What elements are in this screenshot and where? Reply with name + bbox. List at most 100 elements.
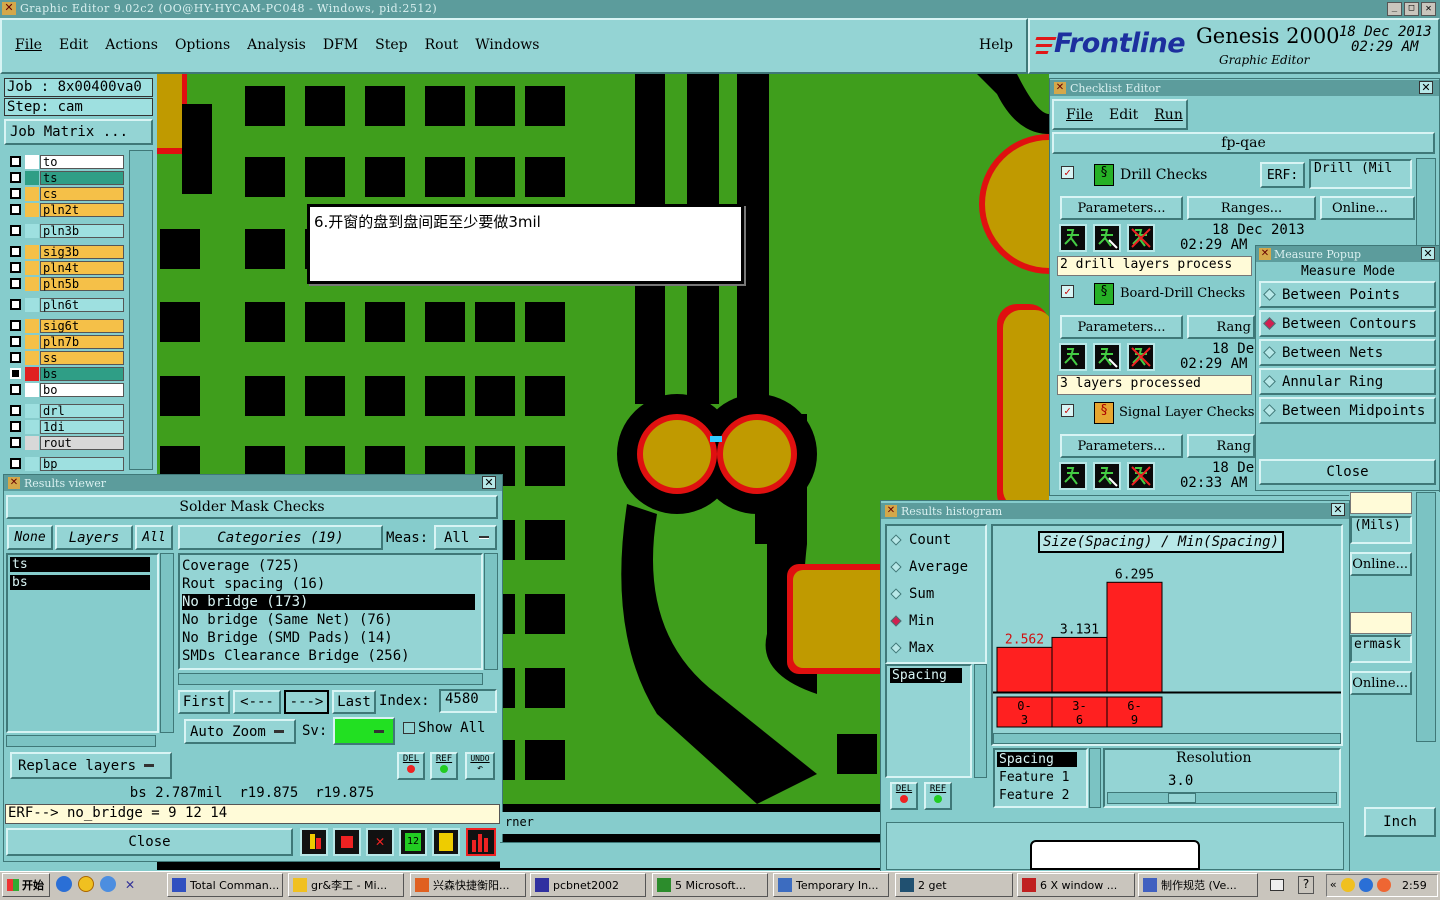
prev-button[interactable]: <--- (233, 690, 281, 714)
measure-mode-between-points[interactable]: Between Points (1259, 281, 1436, 308)
layer-color-swatch[interactable] (25, 155, 39, 169)
layer-row-1di[interactable]: 1di (8, 420, 124, 434)
check-1-checkbox[interactable]: ✓ (1061, 166, 1074, 179)
layer-name[interactable]: pln2t (40, 203, 124, 217)
tray-clock-icon[interactable] (1340, 878, 1355, 892)
taskbar-item[interactable]: 5 Microsoft... (652, 873, 768, 897)
layer-name[interactable]: pln3b (40, 224, 124, 238)
menu-options[interactable]: Options (175, 37, 230, 53)
close-icon[interactable]: ✕ (1331, 503, 1345, 516)
layer-color-swatch[interactable] (25, 319, 39, 333)
taskbar-item[interactable]: pcbnet2002 (530, 873, 646, 897)
check-2-parameters-button[interactable]: Parameters... (1060, 315, 1183, 339)
layer-color-swatch[interactable] (25, 367, 39, 381)
layer-name[interactable]: pln5b (40, 277, 124, 291)
ref-button[interactable]: REF (430, 752, 458, 780)
check-1-ranges-button[interactable]: Ranges... (1187, 196, 1316, 220)
menu-windows[interactable]: Windows (475, 37, 539, 53)
number-tool-icon[interactable]: 12 (399, 828, 427, 856)
layer-row-pln3b[interactable]: pln3b (8, 224, 124, 238)
help-icon[interactable]: ? (1298, 876, 1314, 894)
taskbar-item[interactable]: 制作规范 (Ve... (1138, 873, 1258, 897)
undo-button[interactable]: UNDO ↶ (465, 752, 495, 780)
clock-app-icon[interactable] (78, 876, 94, 892)
category-vscroll[interactable] (484, 553, 498, 670)
job-matrix-button[interactable]: Job Matrix ... (4, 119, 153, 145)
layer-row-rout[interactable]: rout (8, 436, 124, 450)
tray-expand-icon[interactable]: « (1330, 878, 1337, 892)
histogram-option-sum[interactable]: Sum (890, 586, 934, 602)
category-hscroll[interactable] (178, 673, 483, 685)
taskbar-item[interactable]: Temporary In... (773, 873, 889, 897)
menu-analysis[interactable]: Analysis (247, 37, 306, 53)
layer-checkbox[interactable] (10, 278, 21, 289)
slider-handle[interactable] (1168, 793, 1196, 803)
maximize-button[interactable]: □ (1404, 2, 1419, 16)
chart-hscroll[interactable] (993, 733, 1341, 744)
checklist-menu-file[interactable]: File (1066, 107, 1093, 123)
close-window-button[interactable]: ✕ (1421, 2, 1436, 16)
layer-row-drl[interactable]: drl (8, 404, 124, 418)
menu-file[interactable]: File (15, 37, 42, 53)
replace-layers-select[interactable]: Replace layers (10, 752, 172, 779)
stop-check-icon[interactable] (1127, 343, 1155, 371)
layer-row-pln5b[interactable]: pln5b (8, 277, 124, 291)
menu-step[interactable]: Step (375, 37, 407, 53)
layer-checkbox[interactable] (10, 188, 21, 199)
tray-flame-icon[interactable] (1376, 878, 1391, 892)
measure-mode-between-midpoints[interactable]: Between Midpoints (1259, 397, 1436, 424)
close-icon[interactable]: ✕ (1421, 247, 1435, 260)
category-item[interactable]: Coverage (725) (182, 558, 475, 574)
field-spacing[interactable]: Spacing (890, 668, 962, 683)
layer-name[interactable]: drl (40, 404, 124, 418)
layer-row-to[interactable]: to (8, 155, 124, 169)
layer-checkbox[interactable] (10, 352, 21, 363)
highlight-tool-icon[interactable] (300, 828, 328, 856)
category-item[interactable]: No bridge (173) (182, 594, 475, 610)
hist-ref-button[interactable]: REF (924, 782, 952, 810)
erf-tool-icon[interactable]: ✕ (366, 828, 394, 856)
measure-close-button[interactable]: Close (1259, 459, 1436, 485)
keyboard-icon[interactable] (1270, 879, 1284, 891)
layer-result-ts[interactable]: ts (10, 557, 150, 572)
category-item[interactable]: No Bridge (SMD Pads) (14) (182, 630, 475, 646)
browser-icon[interactable] (100, 876, 116, 892)
show-all-checkbox[interactable] (403, 722, 415, 734)
check-3-parameters-button[interactable]: Parameters... (1060, 434, 1183, 458)
layer-color-swatch[interactable] (25, 245, 39, 259)
run-selected-icon[interactable] (1093, 224, 1121, 252)
layer-name[interactable]: ss (40, 351, 124, 365)
none-button[interactable]: None (7, 525, 53, 550)
check-2-ranges-button[interactable]: Rang (1187, 315, 1255, 339)
layer-color-swatch[interactable] (25, 335, 39, 349)
taskbar-item[interactable]: Total Comman... (167, 873, 283, 897)
measure-mode-between-nets[interactable]: Between Nets (1259, 339, 1436, 366)
layer-name[interactable]: sig6t (40, 319, 124, 333)
resolution-slider[interactable] (1107, 792, 1337, 804)
taskbar-item[interactable]: 6 X window ... (1017, 873, 1135, 897)
layer-name[interactable]: bs (40, 367, 124, 381)
layer-color-swatch[interactable] (25, 203, 39, 217)
layer-checkbox[interactable] (10, 405, 21, 416)
layer-color-swatch[interactable] (25, 298, 39, 312)
category-item[interactable]: No bridge (Same Net) (76) (182, 612, 475, 628)
inch-button[interactable]: Inch (1364, 807, 1436, 837)
auto-zoom-select[interactable]: Auto Zoom (184, 719, 296, 744)
layer-checkbox[interactable] (10, 320, 21, 331)
taskbar-item[interactable]: gr&李工 - Mi... (288, 873, 404, 897)
layer-name[interactable]: pln6t (40, 298, 124, 312)
layer-row-sig3b[interactable]: sig3b (8, 245, 124, 259)
category-item[interactable]: SMDs Clearance Bridge (256) (182, 648, 475, 664)
layer-list-vscroll[interactable] (160, 553, 174, 733)
layer-row-cs[interactable]: cs (8, 187, 124, 201)
export-tool-icon[interactable] (333, 828, 361, 856)
x-server-icon[interactable]: ✕ (122, 876, 138, 892)
layer-row-ts[interactable]: ts (8, 171, 124, 185)
next-button[interactable]: ---> (284, 690, 329, 714)
histogram-option-average[interactable]: Average (890, 559, 968, 575)
layer-row-bs[interactable]: bs (8, 367, 124, 381)
layer-checkbox[interactable] (10, 384, 21, 395)
menu-help[interactable]: Help (979, 37, 1013, 53)
layer-color-swatch[interactable] (25, 224, 39, 238)
checklist-lower-scrollbar[interactable] (1416, 492, 1436, 742)
